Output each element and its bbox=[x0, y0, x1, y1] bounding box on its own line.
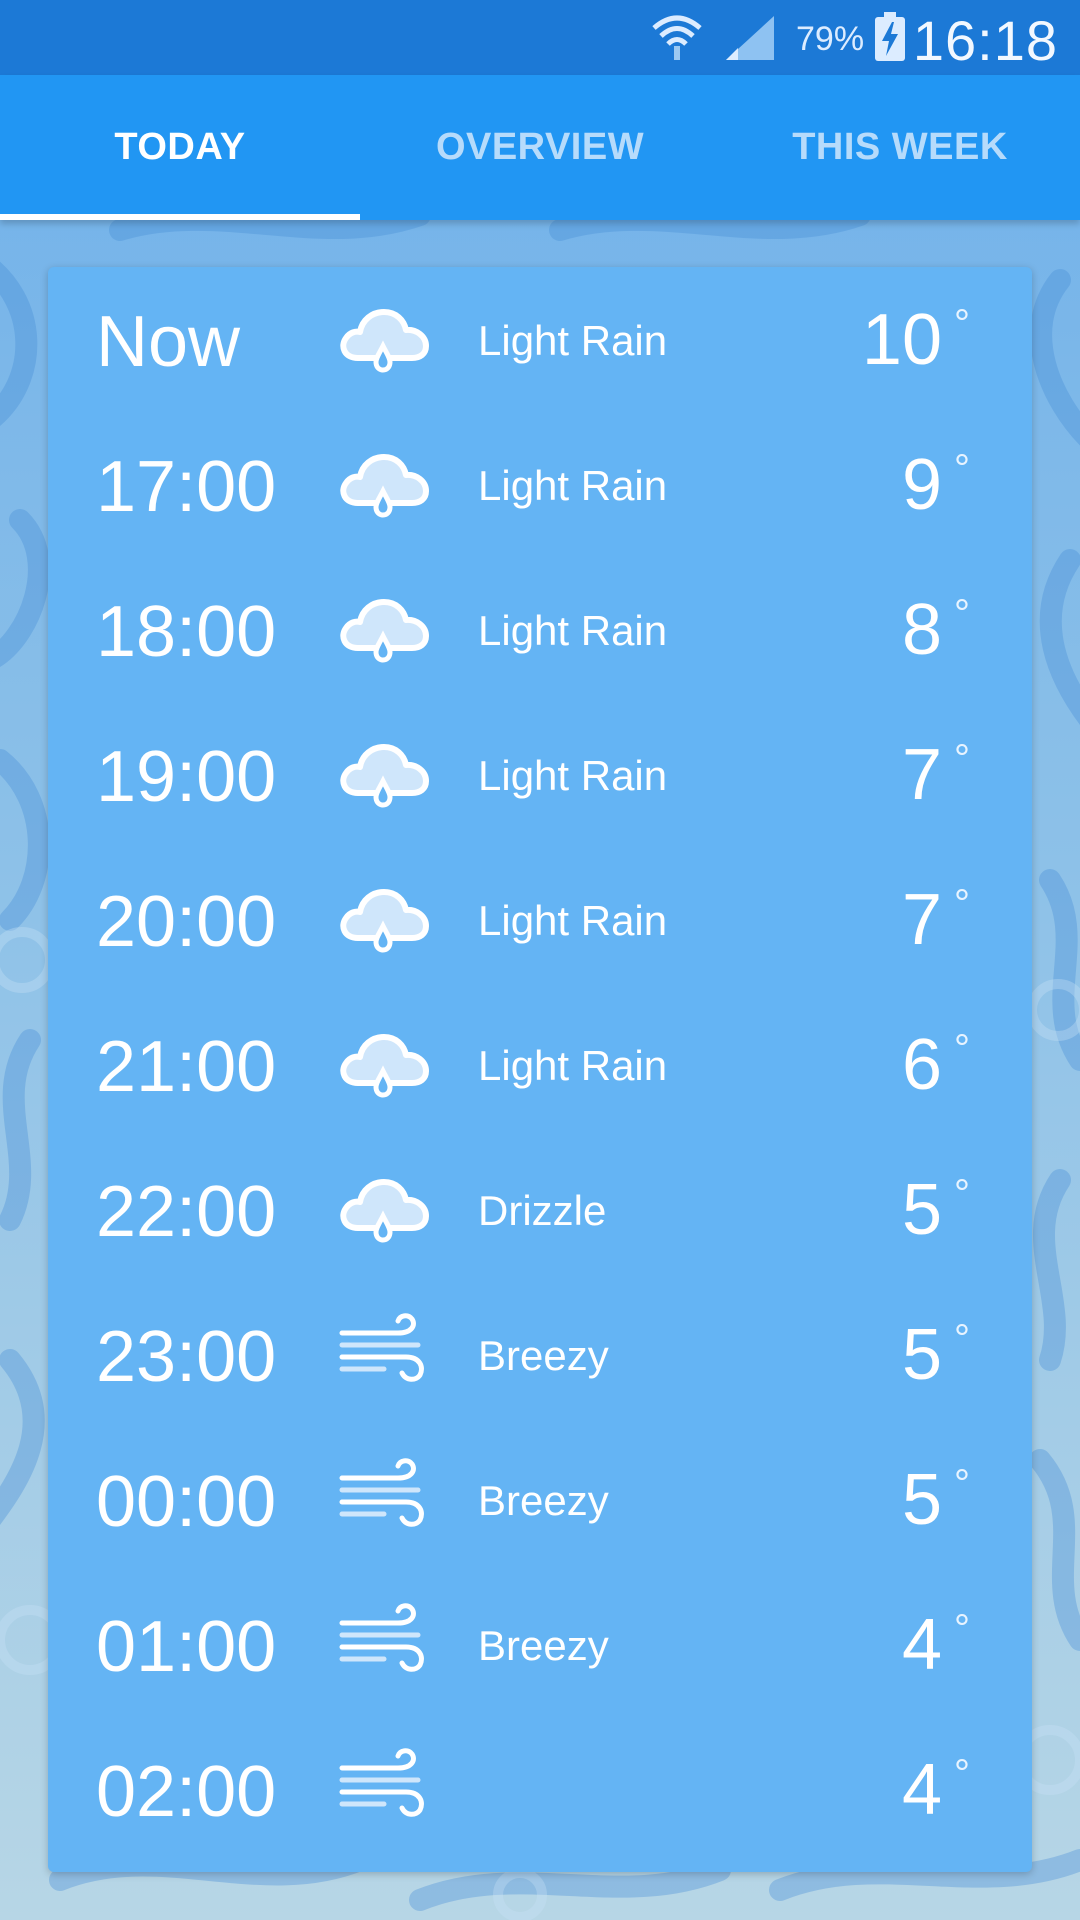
condition-label: Breezy bbox=[478, 1477, 609, 1524]
temperature-value: 4 bbox=[901, 1605, 942, 1685]
hour-time: 19:00 bbox=[96, 737, 277, 817]
hour-time: 22:00 bbox=[96, 1172, 277, 1252]
tab-bar: TODAY OVERVIEW THIS WEEK bbox=[0, 75, 1080, 220]
temperature-value: 10 bbox=[861, 300, 942, 380]
temperature-value: 5 bbox=[901, 1460, 942, 1540]
hour-time: 01:00 bbox=[96, 1607, 277, 1687]
battery-charging-icon bbox=[874, 12, 906, 67]
condition-label: Light Rain bbox=[478, 752, 668, 799]
degree-symbol: ° bbox=[954, 1027, 970, 1071]
condition-label: Drizzle bbox=[478, 1187, 607, 1234]
temperature-value: 9 bbox=[901, 445, 942, 525]
hour-time: 00:00 bbox=[96, 1462, 277, 1542]
condition-label: Breezy bbox=[478, 1622, 609, 1669]
rain-cloud-icon bbox=[336, 876, 430, 956]
degree-symbol: ° bbox=[954, 302, 970, 346]
rain-cloud-icon bbox=[336, 586, 430, 666]
condition-label: Light Rain bbox=[478, 607, 668, 654]
wind-icon bbox=[336, 1746, 430, 1825]
temperature-value: 7 bbox=[901, 880, 942, 960]
wind-icon bbox=[336, 1311, 430, 1391]
active-tab-indicator bbox=[0, 214, 360, 220]
degree-symbol: ° bbox=[954, 1462, 970, 1506]
wifi-icon bbox=[650, 10, 704, 67]
wind-icon bbox=[336, 1601, 430, 1681]
hour-time: 21:00 bbox=[96, 1027, 277, 1107]
condition-label: Light Rain bbox=[478, 317, 668, 364]
clock-time: 16:18 bbox=[912, 9, 1058, 72]
hourly-row: 21:00 Light Rain 6 ° bbox=[48, 983, 1032, 1128]
battery-percent: 79% bbox=[796, 20, 865, 58]
hourly-row: 23:00 Breezy 5 ° bbox=[48, 1273, 1032, 1418]
degree-symbol: ° bbox=[954, 1317, 970, 1361]
degree-symbol: ° bbox=[954, 882, 970, 926]
rain-cloud-icon bbox=[336, 441, 430, 521]
tab-today-label: TODAY bbox=[114, 126, 246, 168]
temperature-value: 5 bbox=[901, 1170, 942, 1250]
degree-symbol: ° bbox=[954, 737, 970, 781]
temperature-value: 8 bbox=[901, 590, 942, 670]
hourly-row: 22:00 Drizzle 5 ° bbox=[48, 1128, 1032, 1273]
temperature-value: 6 bbox=[901, 1025, 942, 1105]
hourly-row: Now Light Rain 10 ° bbox=[48, 267, 1032, 403]
degree-symbol: ° bbox=[954, 1752, 970, 1796]
wind-icon bbox=[336, 1456, 430, 1536]
hourly-row: 20:00 Light Rain 7 ° bbox=[48, 838, 1032, 983]
degree-symbol: ° bbox=[954, 592, 970, 636]
tab-today[interactable]: TODAY bbox=[0, 75, 360, 220]
hourly-row: 18:00 Light Rain 8 ° bbox=[48, 548, 1032, 693]
hourly-row: 02:00 4 ° bbox=[48, 1708, 1032, 1825]
condition-label: Light Rain bbox=[478, 1042, 668, 1089]
rain-cloud-icon bbox=[336, 296, 430, 376]
temperature-value: 5 bbox=[901, 1315, 942, 1395]
degree-symbol: ° bbox=[954, 1172, 970, 1216]
hourly-forecast-list[interactable]: Now Light Rain 10 ° 17:00 Light Rain 9 ° 18:00… bbox=[48, 267, 1032, 1825]
temperature-value: 7 bbox=[901, 735, 942, 815]
condition-label: Light Rain bbox=[478, 462, 668, 509]
hour-time: 23:00 bbox=[96, 1317, 277, 1397]
rain-cloud-icon bbox=[336, 731, 430, 811]
hourly-row: 00:00 Breezy 5 ° bbox=[48, 1418, 1032, 1563]
hour-time: 20:00 bbox=[96, 882, 277, 962]
degree-symbol: ° bbox=[954, 1607, 970, 1651]
condition-label: Light Rain bbox=[478, 897, 668, 944]
degree-symbol: ° bbox=[954, 447, 970, 491]
rain-cloud-icon bbox=[336, 1021, 430, 1101]
hour-time: 02:00 bbox=[96, 1752, 277, 1825]
hour-time: 18:00 bbox=[96, 592, 277, 672]
hourly-row: 17:00 Light Rain 9 ° bbox=[48, 403, 1032, 548]
tab-this-week[interactable]: THIS WEEK bbox=[720, 75, 1080, 220]
hourly-row: 01:00 Breezy 4 ° bbox=[48, 1563, 1032, 1708]
signal-icon bbox=[724, 14, 776, 67]
hour-time: 17:00 bbox=[96, 447, 277, 527]
tab-overview-label: OVERVIEW bbox=[435, 126, 645, 168]
status-bar: 79% 16:18 bbox=[0, 0, 1080, 75]
temperature-value: 4 bbox=[901, 1750, 942, 1825]
tab-overview[interactable]: OVERVIEW bbox=[360, 75, 720, 220]
hourly-forecast-card[interactable]: Now Light Rain 10 ° 17:00 Light Rain 9 ° 18:00… bbox=[48, 267, 1032, 1872]
hourly-row: 19:00 Light Rain 7 ° bbox=[48, 693, 1032, 838]
hour-time: Now bbox=[96, 302, 241, 382]
tab-this-week-label: THIS WEEK bbox=[792, 126, 1008, 168]
condition-label: Breezy bbox=[478, 1332, 609, 1379]
rain-cloud-icon bbox=[336, 1166, 430, 1246]
